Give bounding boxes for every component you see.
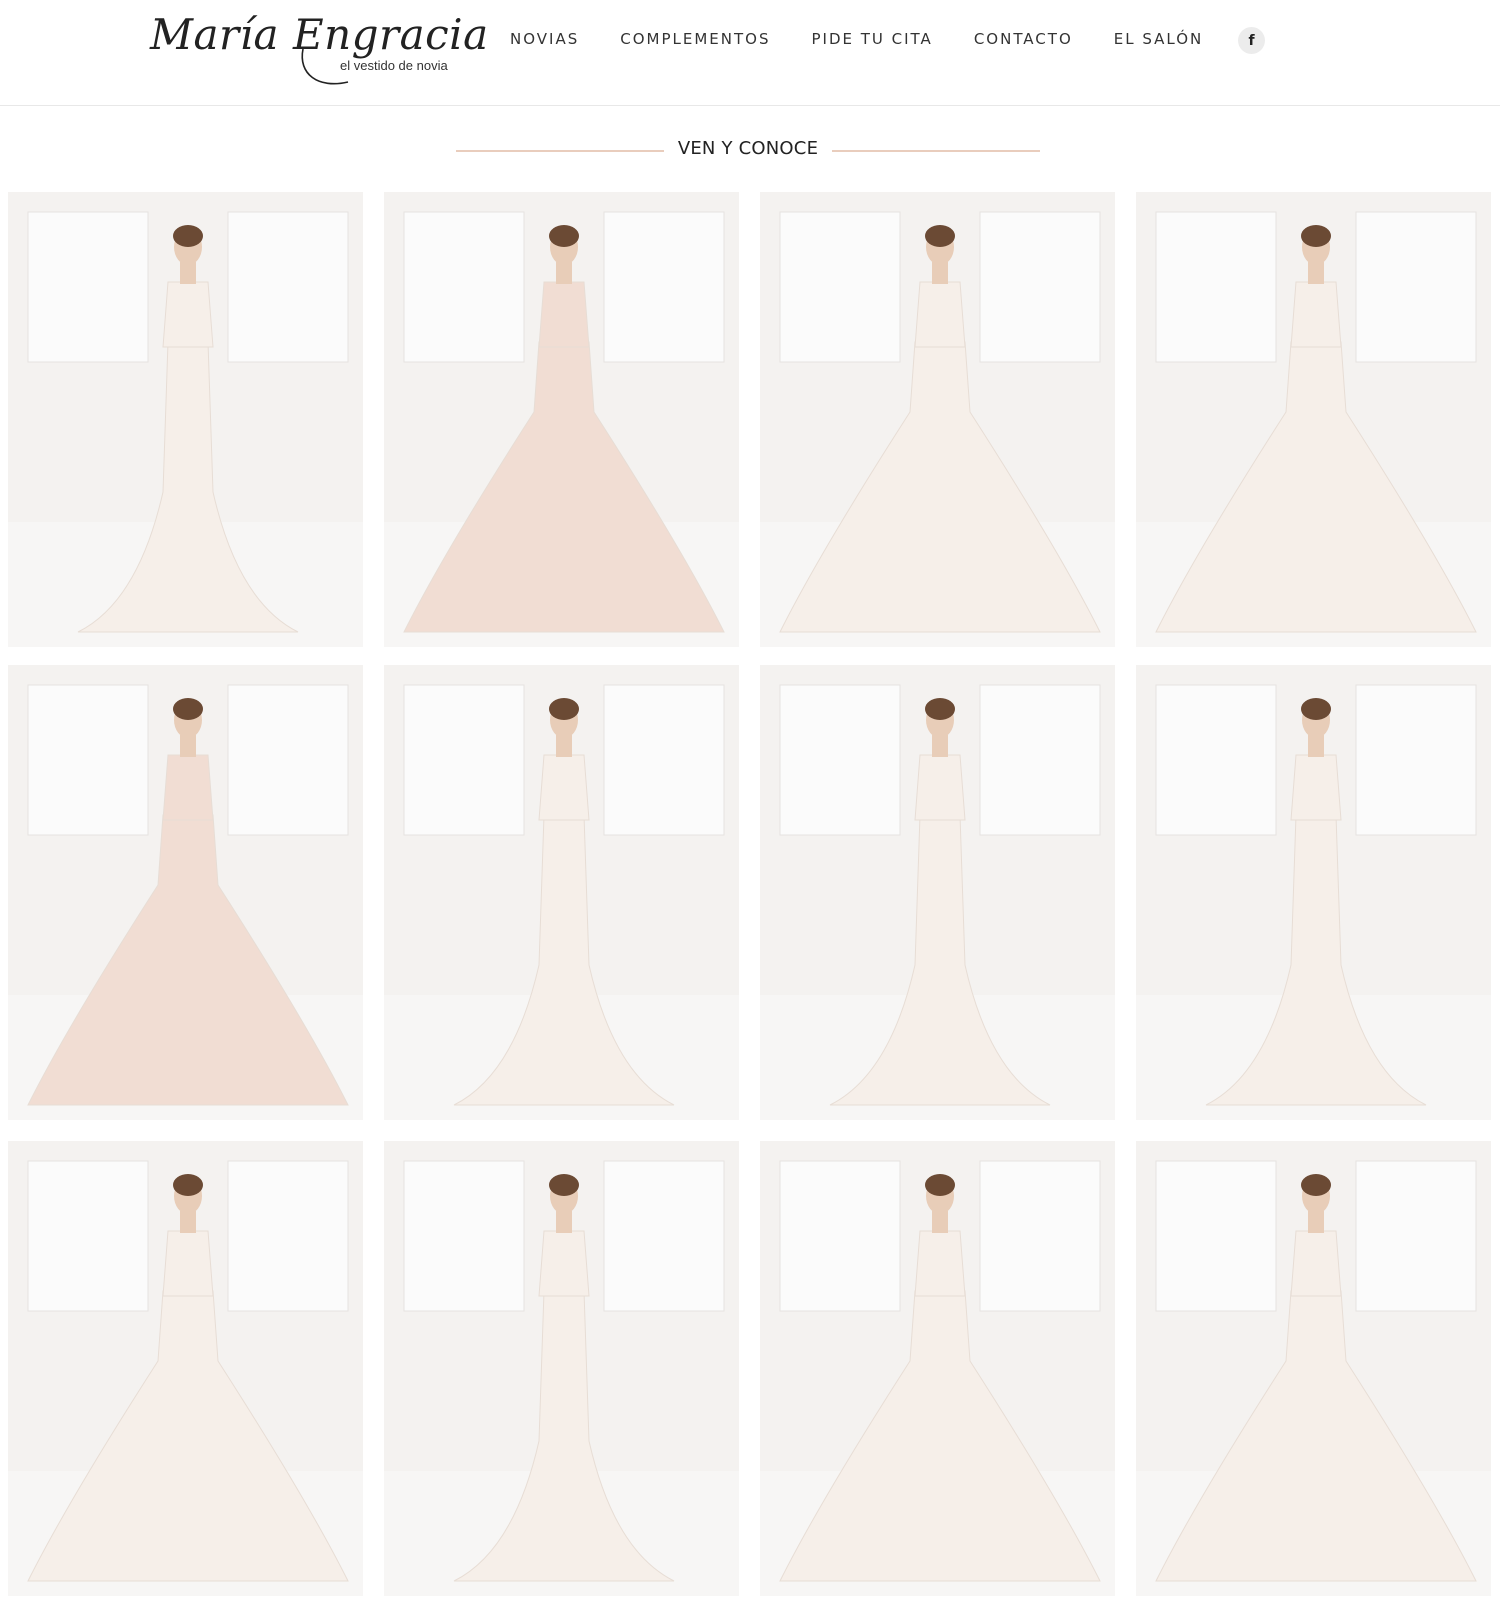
gallery-photo-a-line-blush-lace[interactable] xyxy=(384,192,739,647)
brand-logo[interactable]: María Engracia el vestido de novia xyxy=(150,10,488,90)
section-title: VEN Y CONOCE xyxy=(677,138,819,159)
dress-photo-illustration xyxy=(760,665,1115,1120)
facebook-icon[interactable]: f xyxy=(1238,27,1265,54)
section-heading: VEN Y CONOCE xyxy=(0,136,1500,166)
dress-photo-illustration xyxy=(1136,1141,1491,1596)
heading-divider-left xyxy=(456,150,664,152)
logo-tagline: el vestido de novia xyxy=(340,58,448,73)
dress-photo-illustration xyxy=(760,1141,1115,1596)
site-header: María Engracia el vestido de novia NOVIA… xyxy=(0,0,1500,106)
dress-photo-illustration xyxy=(1136,192,1491,647)
dress-photo-illustration xyxy=(384,192,739,647)
gallery-photo-lace-ballgown-back[interactable] xyxy=(760,1141,1115,1596)
gallery-photo-satin-mermaid-back[interactable] xyxy=(384,1141,739,1596)
dress-photo-illustration xyxy=(760,192,1115,647)
gallery-photo-ballgown-long-sleeve[interactable] xyxy=(760,192,1115,647)
dress-photo-illustration xyxy=(8,1141,363,1596)
gallery-photo-ballgown-blush-bow[interactable] xyxy=(8,665,363,1120)
gallery-photo-mermaid-lace-back[interactable] xyxy=(384,665,739,1120)
nav-novias[interactable]: NOVIAS xyxy=(510,30,579,48)
dress-photo-illustration xyxy=(8,192,363,647)
dress-photo-illustration xyxy=(1136,665,1491,1120)
gallery-photo-lace-a-line-front[interactable] xyxy=(1136,1141,1491,1596)
gallery-photo-tiered-ruffle-ballgown[interactable] xyxy=(8,1141,363,1596)
main-nav: NOVIAS COMPLEMENTOS PIDE TU CITA CONTACT… xyxy=(510,30,1244,48)
gallery-photo-mermaid-lace-back[interactable] xyxy=(8,192,363,647)
nav-complementos[interactable]: COMPLEMENTOS xyxy=(620,30,770,48)
gallery-photo-ballgown-illusion[interactable] xyxy=(1136,192,1491,647)
nav-el-salon[interactable]: EL SALÓN xyxy=(1114,30,1204,48)
gallery-photo-mermaid-lace-back[interactable] xyxy=(1136,665,1491,1120)
gallery-photo-mermaid-long-sleeve[interactable] xyxy=(760,665,1115,1120)
heading-divider-right xyxy=(832,150,1040,152)
dress-photo-illustration xyxy=(384,1141,739,1596)
dress-photo-illustration xyxy=(8,665,363,1120)
nav-pide-tu-cita[interactable]: PIDE TU CITA xyxy=(811,30,932,48)
nav-contacto[interactable]: CONTACTO xyxy=(974,30,1073,48)
dress-photo-illustration xyxy=(384,665,739,1120)
